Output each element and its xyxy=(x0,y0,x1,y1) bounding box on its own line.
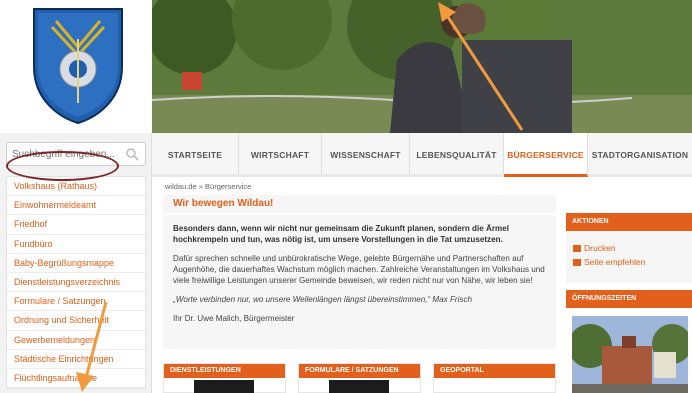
sidebar-item-baby-mappe[interactable]: Baby-Begrüßungsmappe xyxy=(7,254,145,273)
teaser-title: FORMULARE / SATZUNGEN xyxy=(299,364,420,378)
recommend-link[interactable]: Seite empfehlen xyxy=(573,255,692,269)
teaser-formulare-satzungen[interactable]: FORMULARE / SATZUNGEN xyxy=(298,363,421,393)
town-hall-photo[interactable] xyxy=(572,316,688,393)
main-navigation: STARTSEITE WIRTSCHAFT WISSENSCHAFT LEBEN… xyxy=(152,133,692,177)
recommend-icon xyxy=(573,259,581,266)
logo-area xyxy=(0,0,152,133)
tab-startseite[interactable]: STARTSEITE xyxy=(152,133,239,174)
article-body: Dafür sprechen schnelle und unbürokratis… xyxy=(173,254,545,285)
print-link[interactable]: Drucken xyxy=(573,241,692,255)
article-quote: „Worte verbinden nur, wo unsere Wellenlä… xyxy=(173,295,473,304)
breadcrumb[interactable]: wildau.de » Bürgerservice xyxy=(165,182,251,191)
page-title: Wir bewegen Wildau! xyxy=(163,195,556,213)
search-input[interactable] xyxy=(7,143,119,165)
opening-hours-header: ÖFFNUNGSZEITEN xyxy=(566,290,692,308)
print-label: Drucken xyxy=(584,243,616,253)
left-sidebar: Volkshaus (Rathaus) Einwohnermeldeamt Fr… xyxy=(0,133,152,393)
teaser-title: DIENSTLEISTUNGEN xyxy=(164,364,285,378)
article-lead: Besonders dann, wenn wir nicht nur gemei… xyxy=(173,224,509,244)
header-photo xyxy=(152,0,692,133)
main-content: wildau.de » Bürgerservice Wir bewegen Wi… xyxy=(163,179,556,393)
coat-of-arms-logo[interactable] xyxy=(32,7,124,125)
tab-buergerservice[interactable]: BÜRGERSERVICE xyxy=(504,133,588,177)
sidebar-item-gewerbemeldungen[interactable]: Gewerbemeldungen xyxy=(7,331,145,350)
sidebar-item-staedtische-einrichtungen[interactable]: Städtische Einrichtungen xyxy=(7,350,145,369)
header-photo-scene xyxy=(152,0,692,133)
teaser-dienstleistungen[interactable]: DIENSTLEISTUNGEN xyxy=(163,363,286,393)
tab-stadtorganisation[interactable]: STADTORGANISATION xyxy=(588,133,692,174)
article: Besonders dann, wenn wir nicht nur gemei… xyxy=(163,215,556,349)
teaser-title: GEOPORTAL xyxy=(434,364,555,378)
actions-header: AKTIONEN xyxy=(566,213,692,231)
sidebar-item-ordnung-sicherheit[interactable]: Ordnung und Sicherheit xyxy=(7,311,145,331)
teaser-boxes: DIENSTLEISTUNGEN FORMULARE / SATZUNGEN G… xyxy=(163,363,556,393)
tab-wirtschaft[interactable]: WIRTSCHAFT xyxy=(239,133,322,174)
teaser-image xyxy=(194,380,254,393)
sidebar-item-friedhof[interactable]: Friedhof xyxy=(7,215,145,235)
sidebar-item-dienstleistungsverzeichnis[interactable]: Dienstleistungsverzeichnis xyxy=(7,273,145,293)
sidebar-item-volkshaus[interactable]: Volkshaus (Rathaus) xyxy=(7,177,145,197)
actions-box: Drucken Seite empfehlen xyxy=(566,231,692,283)
sidebar-item-fundbuero[interactable]: Fundbüro xyxy=(7,235,145,254)
search-box xyxy=(6,142,146,166)
search-icon[interactable] xyxy=(125,147,139,161)
right-column: AKTIONEN Drucken Seite empfehlen ÖFFNUNG… xyxy=(566,213,692,393)
sidebar-item-fluechtlingsaufnahme[interactable]: Flüchtlingsaufnahme xyxy=(7,369,145,389)
article-signature: Ihr Dr. Uwe Malich, Bürgermeister xyxy=(173,314,295,323)
sidebar-item-einwohnermeldeamt[interactable]: Einwohnermeldeamt xyxy=(7,196,145,216)
tab-wissenschaft[interactable]: WISSENSCHAFT xyxy=(322,133,410,174)
tab-lebensqualitaet[interactable]: LEBENSQUALITÄT xyxy=(410,133,504,174)
teaser-image xyxy=(329,380,389,393)
printer-icon xyxy=(573,245,581,252)
sidebar-menu: Volkshaus (Rathaus) Einwohnermeldeamt Fr… xyxy=(6,176,146,390)
town-hall-scene xyxy=(572,316,688,393)
recommend-label: Seite empfehlen xyxy=(584,257,646,267)
teaser-geoportal[interactable]: GEOPORTAL xyxy=(433,363,556,393)
sidebar-item-formulare-satzungen[interactable]: Formulare / Satzungen xyxy=(7,292,145,312)
